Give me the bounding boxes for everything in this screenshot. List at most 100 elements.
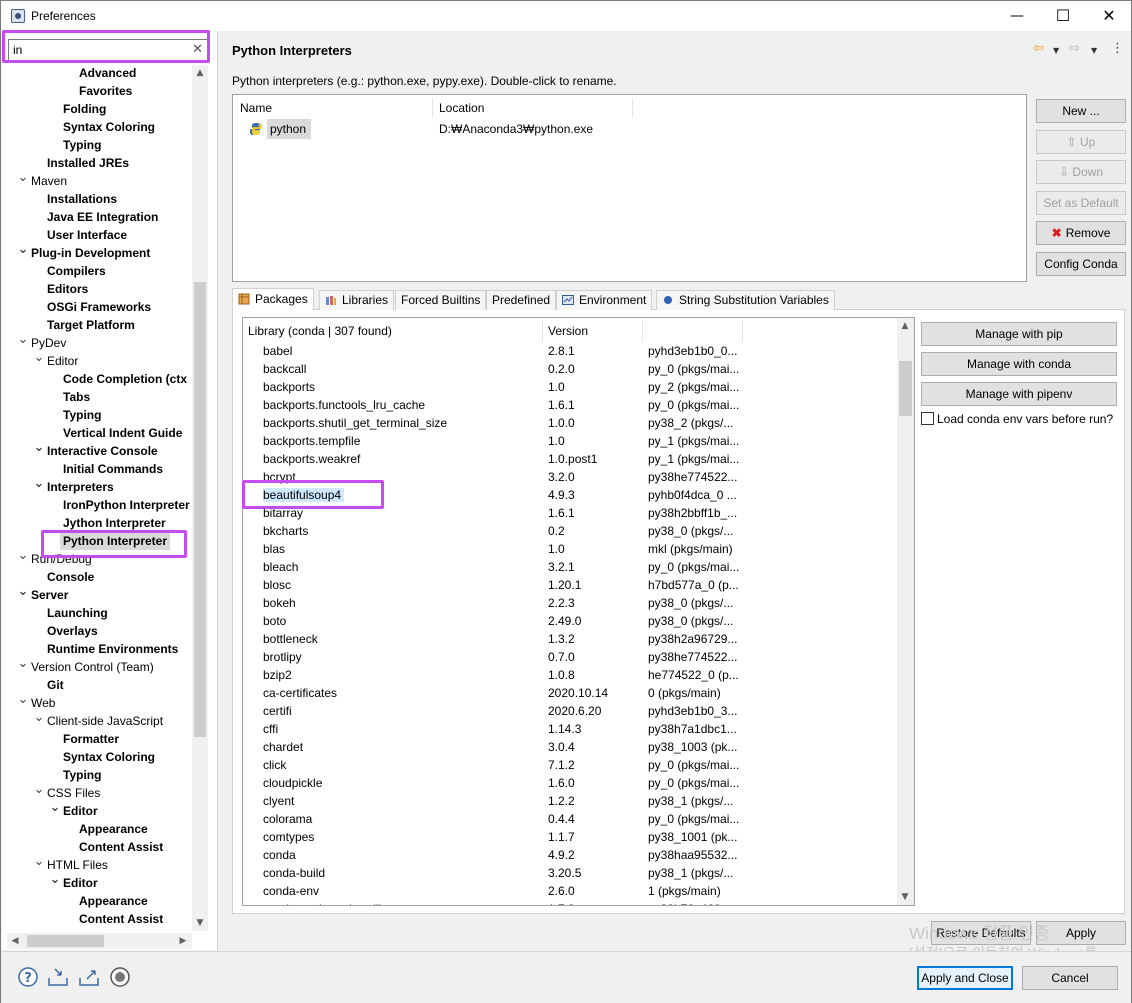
tree-item[interactable]: User Interface <box>47 226 127 244</box>
tree-item[interactable]: ⌄ Plug-in Development <box>18 242 151 262</box>
up-button[interactable]: ⇧ Up <box>1036 130 1126 154</box>
package-row[interactable]: bitarray 1.6.1 py38h2bbff1b_... <box>243 504 898 522</box>
expand-chevron-icon[interactable]: ⌄ <box>33 439 45 457</box>
view-menu-icon[interactable]: ⋮ <box>1111 41 1124 56</box>
column-header-name[interactable]: Name <box>234 98 433 118</box>
expand-chevron-icon[interactable]: ⌄ <box>17 583 29 601</box>
tree-item[interactable]: Console <box>47 568 94 586</box>
tree-item[interactable]: ⌄ Editor <box>50 800 98 820</box>
new-interpreter-button[interactable]: New ... <box>1036 99 1126 123</box>
scroll-down-arrow-icon[interactable]: ▼ <box>897 889 913 905</box>
tree-item[interactable]: OSGi Frameworks <box>47 298 151 316</box>
tree-item[interactable]: Typing <box>63 406 101 424</box>
tree-item[interactable]: ⌄ Maven <box>18 170 67 190</box>
package-row[interactable]: cloudpickle 1.6.0 py_0 (pkgs/mai... <box>243 774 898 792</box>
package-row[interactable]: colorama 0.4.4 py_0 (pkgs/mai... <box>243 810 898 828</box>
package-row[interactable]: bkcharts 0.2 py38_0 (pkgs/... <box>243 522 898 540</box>
tree-item[interactable]: Editors <box>47 280 88 298</box>
tree-item[interactable]: Appearance <box>79 820 148 838</box>
tree-item[interactable]: Formatter <box>63 730 119 748</box>
tree-vertical-scrollbar[interactable]: ▲ ▼ <box>192 65 208 931</box>
package-row[interactable]: backports.shutil_get_terminal_size 1.0.0 p… <box>243 414 898 432</box>
config-conda-button[interactable]: Config Conda <box>1036 252 1126 276</box>
clear-filter-icon[interactable]: ✕ <box>192 41 203 57</box>
tree-item[interactable]: Typing <box>63 766 101 784</box>
column-header-build[interactable] <box>643 320 743 342</box>
manage-with-conda-button[interactable]: Manage with conda <box>921 352 1117 376</box>
tree-item[interactable]: Git <box>47 676 64 694</box>
close-button[interactable]: ✕ <box>1086 1 1132 31</box>
expand-chevron-icon[interactable]: ⌄ <box>49 799 61 817</box>
tree-item[interactable]: Jython Interpreter <box>63 514 166 532</box>
expand-chevron-icon[interactable]: ⌄ <box>17 241 29 259</box>
tree-item[interactable]: ⌄ Editor <box>50 872 98 892</box>
tree-item[interactable]: Installed JREs <box>47 154 129 172</box>
tree-item[interactable]: Tabs <box>63 388 90 406</box>
forward-menu-chevron-icon[interactable]: ▼ <box>1091 46 1097 55</box>
package-row[interactable]: backports 1.0 py_2 (pkgs/mai... <box>243 378 898 396</box>
checkbox-box[interactable] <box>921 412 934 426</box>
tree-item[interactable]: Content Assist <box>79 838 163 856</box>
column-header-library[interactable]: Library (conda | 307 found) <box>243 320 543 342</box>
tree-item[interactable]: ⌄ Client-side JavaScript <box>34 710 164 730</box>
tree-item[interactable]: ⌄ Version Control (Team) <box>18 656 154 676</box>
package-row[interactable]: bottleneck 1.3.2 py38h2a96729... <box>243 630 898 648</box>
filter-input[interactable] <box>13 42 183 58</box>
expand-chevron-icon[interactable]: ⌄ <box>33 349 45 367</box>
package-row[interactable]: blosc 1.20.1 h7bd577a_0 (p... <box>243 576 898 594</box>
expand-chevron-icon[interactable]: ⌄ <box>17 547 29 565</box>
apply-and-close-button[interactable]: Apply and Close <box>917 966 1013 990</box>
column-header-location[interactable]: Location <box>433 98 633 118</box>
tree-item[interactable]: Syntax Coloring <box>63 748 155 766</box>
tree-item[interactable]: Installations <box>47 190 117 208</box>
maximize-button[interactable]: ☐ <box>1040 1 1086 31</box>
tree-item[interactable]: Appearance <box>79 892 148 910</box>
tab-packages[interactable]: Packages <box>232 288 314 311</box>
package-row[interactable]: backcall 0.2.0 py_0 (pkgs/mai... <box>243 360 898 378</box>
set-as-default-button[interactable]: Set as Default <box>1036 191 1126 215</box>
help-icon[interactable]: ? <box>17 966 39 988</box>
tree-horizontal-scrollbar[interactable]: ◀ ▶ <box>7 933 192 949</box>
remove-button[interactable]: ✖ Remove <box>1036 221 1126 245</box>
tree-item[interactable]: ⌄ Interactive Console <box>34 440 158 460</box>
expand-chevron-icon[interactable]: ⌄ <box>17 691 29 709</box>
forward-arrow-icon[interactable]: ⇨ <box>1069 41 1080 56</box>
tree-item[interactable]: Folding <box>63 100 106 118</box>
tree-item[interactable]: Compilers <box>47 262 106 280</box>
tab-predefined[interactable]: Predefined <box>486 290 557 310</box>
tree-item[interactable]: Launching <box>47 604 108 622</box>
down-button[interactable]: ⇩ Down <box>1036 160 1126 184</box>
tree-item[interactable]: Overlays <box>47 622 98 640</box>
expand-chevron-icon[interactable]: ⌄ <box>33 475 45 493</box>
import-icon[interactable] <box>47 966 69 988</box>
tree-item[interactable]: ⌄ Run/Debug <box>18 548 92 568</box>
expand-chevron-icon[interactable]: ⌄ <box>33 853 45 871</box>
expand-chevron-icon[interactable]: ⌄ <box>17 169 29 187</box>
filter-box[interactable]: ✕ <box>8 39 208 61</box>
tree-item[interactable]: Typing <box>63 136 101 154</box>
package-row[interactable]: cffi 1.14.3 py38h7a1dbc1... <box>243 720 898 738</box>
cancel-button[interactable]: Cancel <box>1022 966 1118 990</box>
scroll-left-arrow-icon[interactable]: ◀ <box>7 933 23 949</box>
tree-item[interactable]: Vertical Indent Guide <box>63 424 182 442</box>
package-row[interactable]: brotlipy 0.7.0 py38he774522... <box>243 648 898 666</box>
package-row[interactable]: backports.tempfile 1.0 py_1 (pkgs/mai... <box>243 432 898 450</box>
packages-table[interactable]: Library (conda | 307 found) Version babe… <box>242 317 915 906</box>
back-arrow-icon[interactable]: ⇦ <box>1033 41 1044 56</box>
tree-item[interactable]: Content Assist <box>79 910 163 928</box>
package-row[interactable]: comtypes 1.1.7 py38_1001 (pk... <box>243 828 898 846</box>
package-row[interactable]: certifi 2020.6.20 pyhd3eb1b0_3... <box>243 702 898 720</box>
interpreter-row[interactable]: python D:₩Anaconda3₩python.exe <box>249 119 593 139</box>
package-row[interactable]: bleach 3.2.1 py_0 (pkgs/mai... <box>243 558 898 576</box>
tab-libraries[interactable]: Libraries <box>319 290 395 310</box>
manage-with-pip-button[interactable]: Manage with pip <box>921 322 1117 346</box>
package-row[interactable]: conda-env 2.6.0 1 (pkgs/main) <box>243 882 898 900</box>
tree-item[interactable]: Runtime Environments <box>47 640 178 658</box>
scrollbar-thumb[interactable] <box>194 282 206 737</box>
interpreters-table[interactable]: Name Location python D:₩Anaconda3₩python… <box>232 94 1027 282</box>
tab-environment[interactable]: Environment <box>556 290 653 310</box>
tree-item[interactable]: ⌄ Interpreters <box>34 476 114 496</box>
column-header-version[interactable]: Version <box>543 320 643 342</box>
package-row[interactable]: clyent 1.2.2 py38_1 (pkgs/... <box>243 792 898 810</box>
tree-item[interactable]: IronPython Interpreter <box>63 496 190 514</box>
